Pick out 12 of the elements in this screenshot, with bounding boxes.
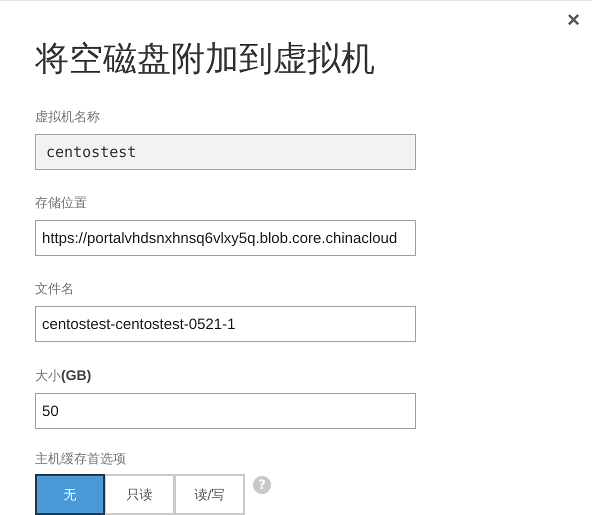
field-label: 文件名 bbox=[35, 281, 75, 298]
field-label: 存储位置 bbox=[35, 195, 88, 212]
field-label: 虚拟机名称 bbox=[35, 109, 101, 126]
cache-option-button[interactable]: 读/写 bbox=[175, 474, 245, 515]
close-button[interactable]: × bbox=[567, 9, 580, 31]
field-label: 大小(GB) bbox=[35, 367, 92, 385]
input-field[interactable]: centostest-centostest-0521-1 bbox=[35, 306, 416, 342]
field-label: 主机缓存首选项 bbox=[35, 451, 127, 468]
dialog-title: 将空磁盘附加到虚拟机 bbox=[35, 38, 376, 81]
cache-option-button[interactable]: 只读 bbox=[105, 474, 175, 515]
input-field[interactable]: 50 bbox=[35, 393, 416, 429]
input-field[interactable]: https://portalvhdsnxhnsq6vlxy5q.blob.core.chinacloud bbox=[35, 220, 416, 256]
